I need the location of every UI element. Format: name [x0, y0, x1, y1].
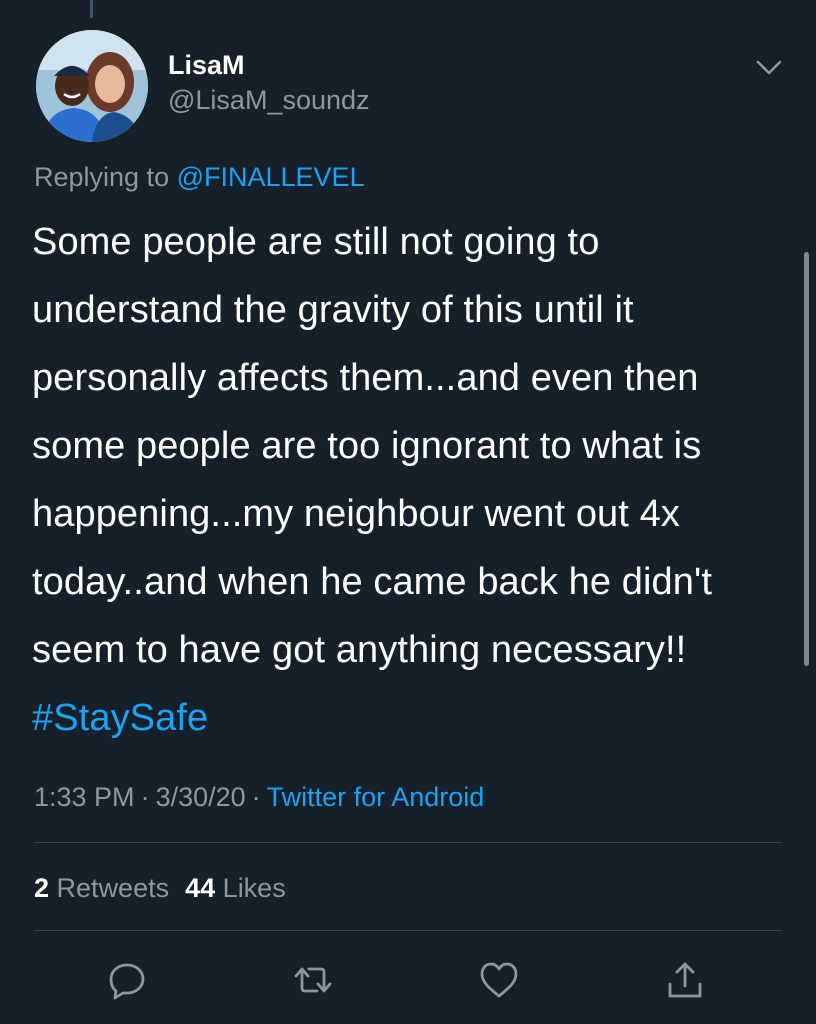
divider [34, 930, 782, 931]
retweets-label: Retweets [56, 873, 170, 903]
tweet-text: Some people are still not going to under… [32, 221, 723, 671]
tweet-source-link[interactable]: Twitter for Android [267, 782, 485, 812]
retweets-count: 2 [34, 873, 50, 903]
tweet-meta: 1:33 PM · 3/30/20 · Twitter for Android [34, 774, 484, 820]
chevron-down-icon[interactable] [752, 52, 786, 82]
author-handle[interactable]: @LisaM_soundz [168, 82, 370, 118]
heart-icon [480, 962, 518, 998]
reply-button[interactable] [103, 956, 151, 1004]
retweets-stat[interactable]: 2 Retweets [34, 873, 169, 903]
tweet-body: Some people are still not going to under… [32, 208, 792, 752]
tweet-date: 3/30/20 [155, 782, 246, 812]
divider [34, 842, 782, 843]
hashtag-link[interactable]: #StaySafe [32, 697, 208, 739]
share-upload-icon [668, 962, 702, 998]
tweet-action-bar [0, 950, 816, 1010]
likes-label: Likes [222, 873, 286, 903]
reply-bubble-icon [109, 963, 145, 1000]
meta-separator: · [140, 782, 150, 812]
vertical-scrollbar[interactable] [804, 252, 809, 666]
likes-count: 44 [185, 873, 216, 903]
like-button[interactable] [475, 956, 523, 1004]
retweet-arrows-icon [294, 967, 332, 993]
avatar[interactable] [36, 30, 148, 142]
replying-to-line: Replying to @FINALLEVEL [34, 155, 365, 199]
retweet-button[interactable] [289, 956, 337, 1004]
author-block: LisaM @LisaM_soundz [168, 48, 370, 118]
thread-connector-line [90, 0, 93, 18]
tweet-time: 1:33 PM [34, 782, 135, 812]
meta-separator: · [251, 782, 261, 812]
tweet-stats: 2 Retweets 44 Likes [34, 866, 286, 910]
likes-stat[interactable]: 44 Likes [185, 873, 286, 903]
replying-to-label: Replying to [34, 162, 177, 192]
tweet-detail-page: LisaM @LisaM_soundz Replying to @FINALLE… [0, 0, 816, 1024]
avatar-photo [36, 30, 148, 142]
author-display-name[interactable]: LisaM [168, 48, 370, 82]
replying-to-handle-link[interactable]: @FINALLEVEL [177, 162, 365, 192]
share-button[interactable] [661, 956, 709, 1004]
